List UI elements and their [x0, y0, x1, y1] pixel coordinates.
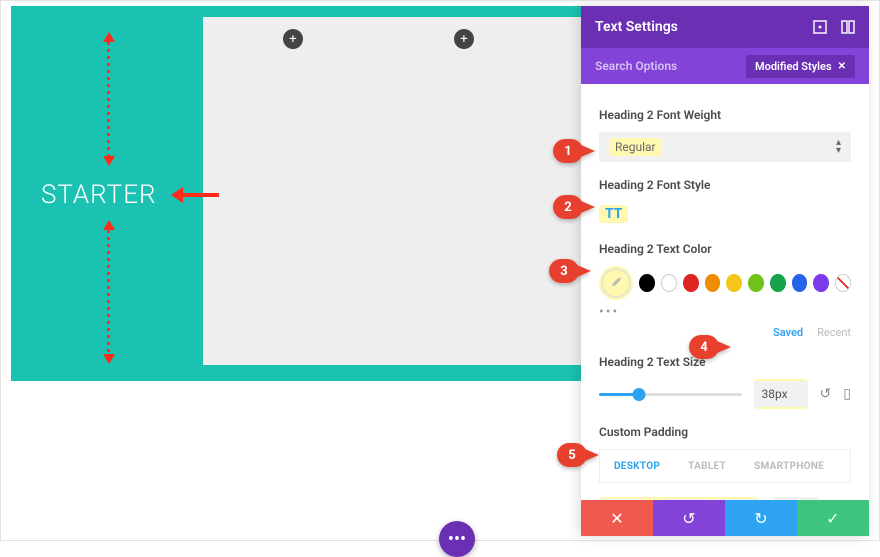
- annotation-arrow-vertical: [107, 34, 110, 164]
- module-placeholder[interactable]: [203, 17, 581, 365]
- save-button[interactable]: ✓: [797, 500, 869, 536]
- annotation-callout: 4: [689, 335, 731, 359]
- annotation-callout: 3: [549, 259, 591, 283]
- plus-icon: +: [460, 32, 467, 47]
- add-module-button[interactable]: +: [454, 29, 474, 49]
- annotation-callout: 5: [557, 443, 599, 467]
- panel-title: Text Settings: [595, 19, 678, 35]
- color-swatch-none[interactable]: [835, 274, 851, 292]
- annotation-arrow-right: [171, 187, 219, 203]
- settings-panel: Text Settings Search Options Modified St…: [581, 6, 869, 536]
- panel-header: Text Settings: [581, 6, 869, 48]
- color-swatch[interactable]: [705, 274, 721, 292]
- text-size-slider[interactable]: [599, 393, 742, 396]
- undo-icon: ↺: [682, 509, 695, 528]
- device-icon[interactable]: ▯: [843, 386, 851, 402]
- font-weight-value: Regular: [615, 140, 656, 154]
- redo-button[interactable]: ↻: [725, 500, 797, 536]
- panel-body: Heading 2 Font Weight Regular ▴▾ Heading…: [581, 84, 869, 500]
- section-label-custom-padding: Custom Padding: [599, 425, 851, 439]
- device-tabs: DESKTOP TABLET SMARTPHONE: [599, 449, 851, 483]
- tab-smartphone[interactable]: SMARTPHONE: [740, 450, 838, 482]
- color-swatch-row: [599, 266, 851, 300]
- tab-tablet[interactable]: TABLET: [674, 450, 740, 482]
- section-label-font-style: Heading 2 Font Style: [599, 178, 851, 192]
- font-weight-select[interactable]: Regular ▴▾: [599, 132, 851, 162]
- expand-icon[interactable]: [813, 20, 827, 34]
- filter-badge-label: Modified Styles: [755, 60, 832, 73]
- add-module-button[interactable]: +: [283, 29, 303, 49]
- page-preview: STARTER + +: [11, 6, 581, 381]
- eyedropper-button[interactable]: [601, 268, 631, 298]
- color-swatch[interactable]: [661, 274, 677, 292]
- color-swatch[interactable]: [683, 274, 699, 292]
- close-icon[interactable]: ✕: [838, 61, 846, 72]
- color-swatch[interactable]: [639, 274, 655, 292]
- snap-icon[interactable]: [841, 20, 855, 34]
- panel-subheader: Search Options Modified Styles ✕: [581, 48, 869, 84]
- section-label-font-weight: Heading 2 Font Weight: [599, 108, 851, 122]
- tab-desktop[interactable]: DESKTOP: [600, 450, 674, 482]
- filter-badge[interactable]: Modified Styles ✕: [746, 55, 855, 78]
- text-size-input[interactable]: 38px: [754, 381, 808, 407]
- color-swatch[interactable]: [792, 274, 808, 292]
- saved-colors-tab[interactable]: Saved: [773, 326, 803, 339]
- search-options-label[interactable]: Search Options: [595, 59, 677, 73]
- annotation-callout: 1: [553, 139, 595, 163]
- check-icon: ✓: [826, 509, 839, 528]
- builder-fab[interactable]: •••: [439, 521, 475, 557]
- recent-colors-tab[interactable]: Recent: [817, 326, 851, 339]
- annotation-arrow-vertical: [107, 222, 110, 362]
- color-swatch[interactable]: [748, 274, 764, 292]
- color-swatch[interactable]: [770, 274, 786, 292]
- color-swatch[interactable]: [813, 274, 829, 292]
- close-icon: ✕: [610, 509, 623, 528]
- section-label-text-color: Heading 2 Text Color: [599, 242, 851, 256]
- undo-button[interactable]: ↺: [653, 500, 725, 536]
- reset-icon[interactable]: ↺: [820, 386, 832, 402]
- dots-icon: •••: [448, 529, 466, 550]
- color-swatch[interactable]: [726, 274, 742, 292]
- redo-icon: ↻: [754, 509, 767, 528]
- cancel-button[interactable]: ✕: [581, 500, 653, 536]
- chevron-updown-icon: ▴▾: [836, 139, 841, 155]
- more-colors-icon[interactable]: •••: [599, 304, 851, 320]
- uppercase-toggle[interactable]: TT: [599, 202, 628, 226]
- annotation-callout: 2: [553, 195, 595, 219]
- heading-starter: STARTER: [41, 180, 157, 210]
- panel-footer: ✕ ↺ ↻ ✓: [581, 500, 869, 536]
- plus-icon: +: [289, 32, 296, 47]
